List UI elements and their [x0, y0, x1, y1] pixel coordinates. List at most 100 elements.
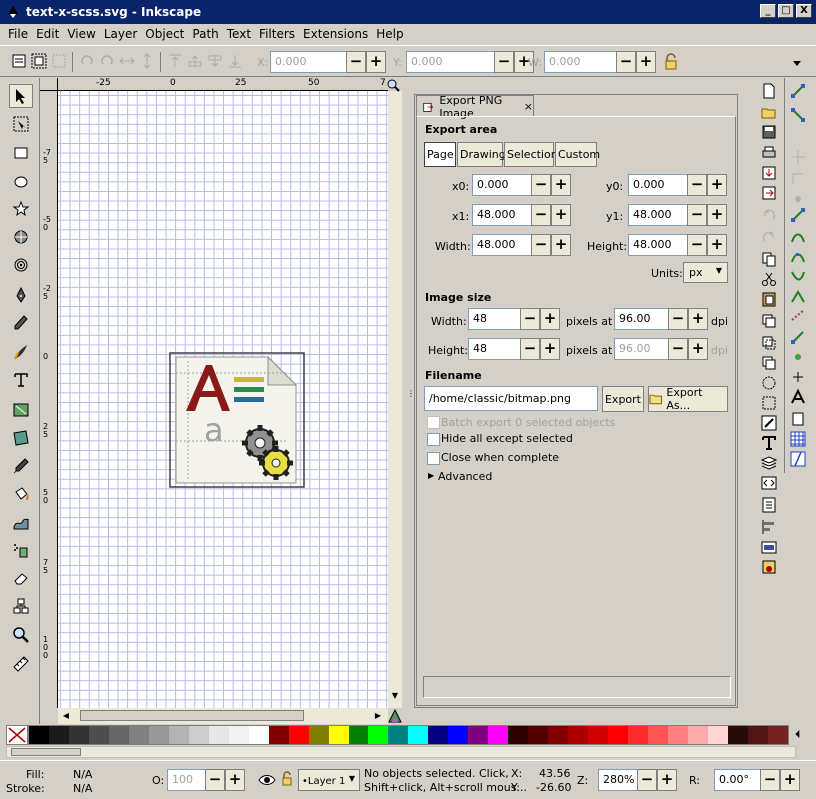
scroll-down-arrow-icon[interactable]: ▼ [388, 691, 402, 705]
zoom-corner-icon[interactable] [386, 78, 402, 92]
x1-increment-button[interactable]: + [551, 204, 571, 226]
eye-visibility-icon[interactable] [258, 773, 276, 787]
color-swatch[interactable] [68, 726, 89, 744]
w-increment-button[interactable]: + [636, 51, 656, 73]
overflow-arrow-icon[interactable] [788, 54, 806, 72]
menu-layer[interactable]: Layer [100, 27, 141, 41]
zoom-increment-button[interactable]: + [657, 769, 677, 791]
connector-tool[interactable] [9, 594, 33, 618]
selector-tool[interactable] [9, 84, 33, 108]
maximize-button[interactable]: □ [778, 4, 794, 18]
color-manage-icon[interactable] [388, 708, 402, 724]
3dbox-tool[interactable] [9, 225, 33, 249]
calligraphy-tool[interactable] [9, 340, 33, 364]
opacity-increment-button[interactable]: + [225, 769, 245, 791]
copy-icon[interactable] [760, 250, 778, 268]
symbols-icon[interactable] [760, 558, 778, 576]
area-height-increment-button[interactable]: + [707, 234, 727, 256]
snap-smooth-icon[interactable] [789, 306, 807, 324]
layer-lock-icon[interactable] [280, 771, 294, 787]
color-swatch[interactable] [328, 726, 349, 744]
snap-intersections-icon[interactable] [789, 268, 807, 286]
unlink-clone-icon[interactable] [760, 354, 778, 372]
color-swatch[interactable] [668, 726, 688, 744]
snap-enable-icon[interactable] [789, 82, 807, 100]
pencil-tool[interactable] [9, 311, 33, 335]
xml-editor-icon[interactable] [760, 474, 778, 492]
menu-text[interactable]: Text [223, 27, 255, 41]
new-document-icon[interactable] [760, 82, 778, 100]
area-height-field[interactable]: 48.000 [628, 234, 688, 256]
color-swatch[interactable] [228, 726, 249, 744]
expander-arrow-icon[interactable]: ▶ [428, 471, 434, 480]
color-swatch[interactable] [128, 726, 149, 744]
clone-icon[interactable] [760, 334, 778, 352]
export-document-icon[interactable] [760, 184, 778, 202]
color-swatch[interactable] [168, 726, 189, 744]
layer-selector[interactable]: •Layer 1 ▼ [298, 769, 360, 791]
scroll-right-arrow-icon[interactable]: ▶ [370, 708, 386, 724]
menu-help[interactable]: Help [372, 27, 407, 41]
cut-icon[interactable] [760, 270, 778, 288]
x0-increment-button[interactable]: + [551, 174, 571, 196]
select-all-icon[interactable] [10, 52, 28, 70]
y0-increment-button[interactable]: + [707, 174, 727, 196]
color-swatch[interactable] [88, 726, 109, 744]
y0-decrement-button[interactable]: − [687, 174, 707, 196]
close-window-button[interactable]: X [796, 4, 812, 18]
menu-filters[interactable]: Filters [255, 27, 299, 41]
page-area-button[interactable]: Page [424, 142, 456, 167]
x0-field[interactable]: 0.000 [472, 174, 532, 196]
color-swatch[interactable] [727, 726, 748, 744]
selection-area-button[interactable]: Selection [504, 142, 558, 167]
rotate-decrement-button[interactable]: − [760, 769, 780, 791]
opacity-field[interactable]: 100 [167, 769, 207, 791]
color-swatch[interactable] [368, 726, 389, 744]
x1-field[interactable]: 48.000 [472, 204, 532, 226]
color-swatch[interactable] [528, 726, 549, 744]
drawing-area-button[interactable]: Drawing [457, 142, 506, 167]
x-decrement-button[interactable]: − [346, 51, 366, 73]
image-height-increment-button[interactable]: + [540, 338, 560, 360]
w-field[interactable]: 0.000 [544, 51, 618, 73]
zoom-field[interactable]: 280% [598, 769, 638, 791]
color-swatch[interactable] [648, 726, 668, 744]
color-swatch[interactable] [308, 726, 329, 744]
snap-object-center-icon[interactable] [789, 348, 807, 366]
import-icon[interactable] [760, 164, 778, 182]
close-when-complete-checkbox[interactable] [427, 452, 440, 465]
text-font-icon[interactable] [760, 434, 778, 452]
no-paint-swatch[interactable] [6, 725, 28, 745]
snap-page-border-icon[interactable] [789, 410, 807, 428]
rect-tool[interactable] [9, 141, 33, 165]
dpi-x-increment-button[interactable]: + [688, 308, 708, 330]
zoom-tool[interactable] [9, 623, 33, 647]
y1-decrement-button[interactable]: − [687, 204, 707, 226]
text-tool[interactable] [9, 368, 33, 392]
color-swatch[interactable] [488, 726, 509, 744]
color-swatch[interactable] [468, 726, 489, 744]
save-icon[interactable] [760, 123, 778, 141]
horizontal-scroll-thumb[interactable] [80, 710, 304, 721]
snap-rotation-center-icon[interactable] [789, 368, 807, 386]
color-swatch[interactable] [29, 726, 49, 744]
image-width-decrement-button[interactable]: − [520, 308, 540, 330]
paint-bucket-tool[interactable] [9, 482, 33, 506]
color-swatch[interactable] [767, 726, 788, 744]
palette-scrollbar[interactable] [6, 746, 796, 758]
layers-icon[interactable] [760, 454, 778, 472]
ellipse-tool[interactable] [9, 170, 33, 194]
preferences-icon[interactable] [760, 538, 778, 556]
snap-paths-icon[interactable] [789, 248, 807, 266]
snap-guides-icon[interactable] [789, 450, 807, 468]
node-tool[interactable] [9, 112, 33, 136]
x0-decrement-button[interactable]: − [531, 174, 551, 196]
pen-tool[interactable] [9, 283, 33, 307]
filename-input[interactable]: /home/classic/bitmap.png [424, 386, 598, 411]
menu-object[interactable]: Object [141, 27, 188, 41]
y-decrement-button[interactable]: − [494, 51, 514, 73]
menu-file[interactable]: File [4, 27, 32, 41]
color-swatch[interactable] [548, 726, 569, 744]
color-swatch[interactable] [348, 726, 369, 744]
snap-nodes-icon[interactable] [789, 228, 807, 246]
